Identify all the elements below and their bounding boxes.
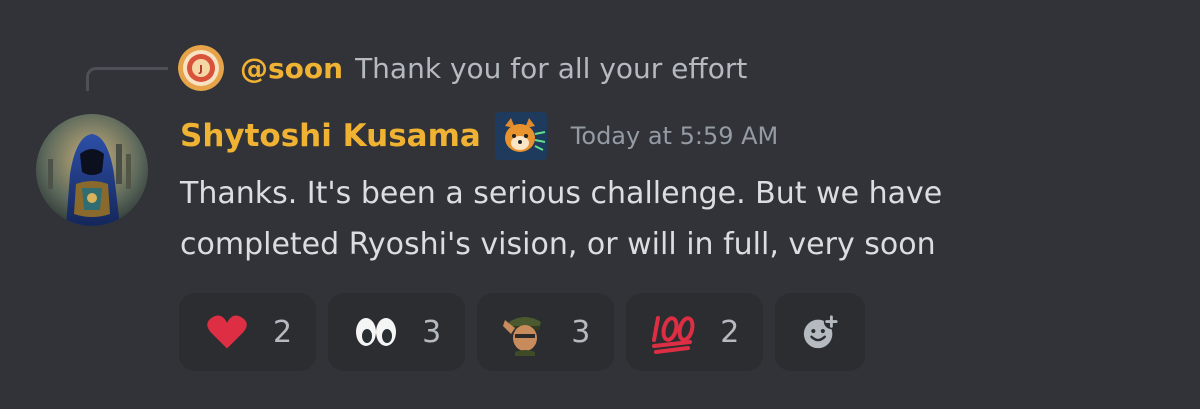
- author-name[interactable]: Shytoshi Kusama: [180, 118, 481, 154]
- message-content: Thanks. It's been a serious challenge. B…: [180, 168, 1140, 270]
- red-heart-icon: [203, 308, 251, 356]
- message-container: J @soon Thank you for all your effort Sh…: [0, 0, 1200, 409]
- message-line: Thanks. It's been a serious challenge. B…: [180, 176, 943, 211]
- reaction-heart[interactable]: 2: [179, 293, 317, 371]
- shiba-badge-icon[interactable]: [494, 112, 547, 160]
- message-header: Shytoshi Kusama Today at 5:59 AM: [180, 110, 778, 162]
- reaction-count: 3: [422, 314, 442, 350]
- reaction-soldier[interactable]: 3: [477, 293, 615, 371]
- reaction-count: 3: [571, 314, 591, 350]
- add-reaction-icon: [804, 313, 840, 349]
- reaction-hundred[interactable]: 2: [626, 293, 764, 371]
- eyes-icon: [352, 308, 400, 356]
- svg-text:J: J: [198, 64, 203, 75]
- soldier-salute-icon: [501, 308, 549, 356]
- hooded-figure-avatar-icon: [36, 114, 148, 226]
- reply-connector: [86, 67, 168, 91]
- reaction-count: 2: [273, 314, 293, 350]
- reaction-eyes[interactable]: 3: [328, 293, 466, 371]
- reply-preview[interactable]: J @soon Thank you for all your effort: [178, 44, 747, 92]
- add-reaction-button[interactable]: [775, 293, 866, 371]
- reply-username[interactable]: @soon: [240, 52, 343, 85]
- author-avatar[interactable]: [36, 114, 148, 226]
- message-timestamp[interactable]: Today at 5:59 AM: [571, 122, 778, 150]
- reaction-count: 2: [720, 314, 740, 350]
- reactions-bar: 2 3 3 2: [179, 293, 866, 371]
- reply-avatar-icon[interactable]: J: [178, 45, 224, 91]
- reply-text[interactable]: Thank you for all your effort: [355, 52, 747, 85]
- message-line: completed Ryoshi's vision, or will in fu…: [180, 227, 936, 262]
- hundred-points-icon: [650, 308, 698, 356]
